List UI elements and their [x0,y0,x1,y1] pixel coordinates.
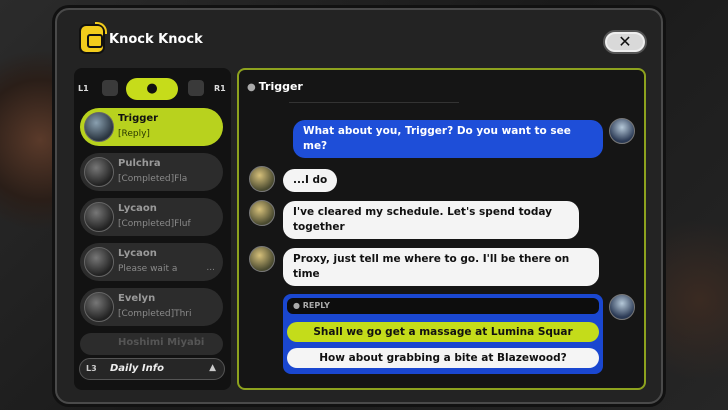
r1-key-hint: R1 [214,84,226,93]
l1-key-hint: L1 [78,84,89,93]
message-incoming: ...I do [283,169,338,192]
title-bar: Knock Knock ✕ [57,10,661,60]
daily-info-button[interactable]: L3 Daily Info ▲ [79,358,225,380]
chat-contact-name: Trigger [258,80,303,93]
contact-name: Lycaon [118,203,157,214]
trigger-avatar [249,246,275,272]
ellipsis-icon: ... [206,263,215,273]
reply-bubble-icon: ● [293,301,303,310]
reply-header: ● REPLY [287,298,599,314]
chat-bubble-icon: ● [247,82,256,93]
contact-name: Trigger [118,113,159,124]
proxy-avatar [609,294,635,320]
trigger-avatar [249,200,275,226]
message-incoming: Proxy, just tell me where to go. I'll be… [283,248,599,286]
tab-messages-icon[interactable] [102,80,118,96]
contact-item-miyabi[interactable]: Hoshimi Miyabi [80,333,223,355]
caret-up-icon: ▲ [209,363,216,373]
tab-group-icon[interactable] [188,80,204,96]
contacts-panel: L1 ● R1 Trigger [Reply] Pulchra [Complet… [74,68,231,390]
avatar [84,202,114,232]
app-title: Knock Knock [109,32,203,47]
chat-header: ● Trigger [247,80,303,93]
proxy-avatar [609,118,635,144]
contact-name: Pulchra [118,158,161,169]
reply-option-massage[interactable]: Shall we go get a massage at Lumina Squa… [287,322,599,342]
message-outgoing: What about you, Trigger? Do you want to … [293,120,603,158]
avatar [84,112,114,142]
contact-status: [Completed]Fluf [118,219,191,229]
daily-info-label: Daily Info [110,363,164,374]
phone-app-icon [79,22,107,54]
avatar [84,157,114,187]
contact-item-trigger[interactable]: Trigger [Reply] [80,108,223,146]
divider [289,102,459,103]
contact-status: [Reply] [118,129,150,139]
avatar [84,292,114,322]
close-button[interactable]: ✕ [603,30,647,54]
contact-name: Hoshimi Miyabi [118,337,205,348]
reply-option-blazewood[interactable]: How about grabbing a bite at Blazewood? [287,348,599,368]
chat-panel: ● Trigger What about you, Trigger? Do you… [237,68,646,390]
reply-label: REPLY [302,301,330,310]
contact-item-lycaon[interactable]: Lycaon [Completed]Fluf [80,198,223,236]
contact-status: [Completed]Thri [118,309,192,319]
contact-status: [Completed]Fla [118,174,188,184]
contact-item-lycaon-2[interactable]: Lycaon Please wait a ... [80,243,223,281]
contact-status: Please wait a [118,264,178,274]
avatar [84,247,114,277]
contact-name: Lycaon [118,248,157,259]
tab-contacts-person-icon[interactable]: ● [126,78,178,100]
message-incoming: I've cleared my schedule. Let's spend to… [283,201,579,239]
l3-key-hint: L3 [86,364,97,373]
contact-item-evelyn[interactable]: Evelyn [Completed]Thri [80,288,223,326]
reply-options-box: ● REPLY Shall we go get a massage at Lum… [283,294,603,374]
contact-tabs: L1 ● R1 [74,76,231,102]
knock-knock-window: Knock Knock ✕ L1 ● R1 Trigger [Reply] Pu… [55,8,663,404]
contact-name: Evelyn [118,293,156,304]
trigger-avatar [249,166,275,192]
contact-item-pulchra[interactable]: Pulchra [Completed]Fla [80,153,223,191]
